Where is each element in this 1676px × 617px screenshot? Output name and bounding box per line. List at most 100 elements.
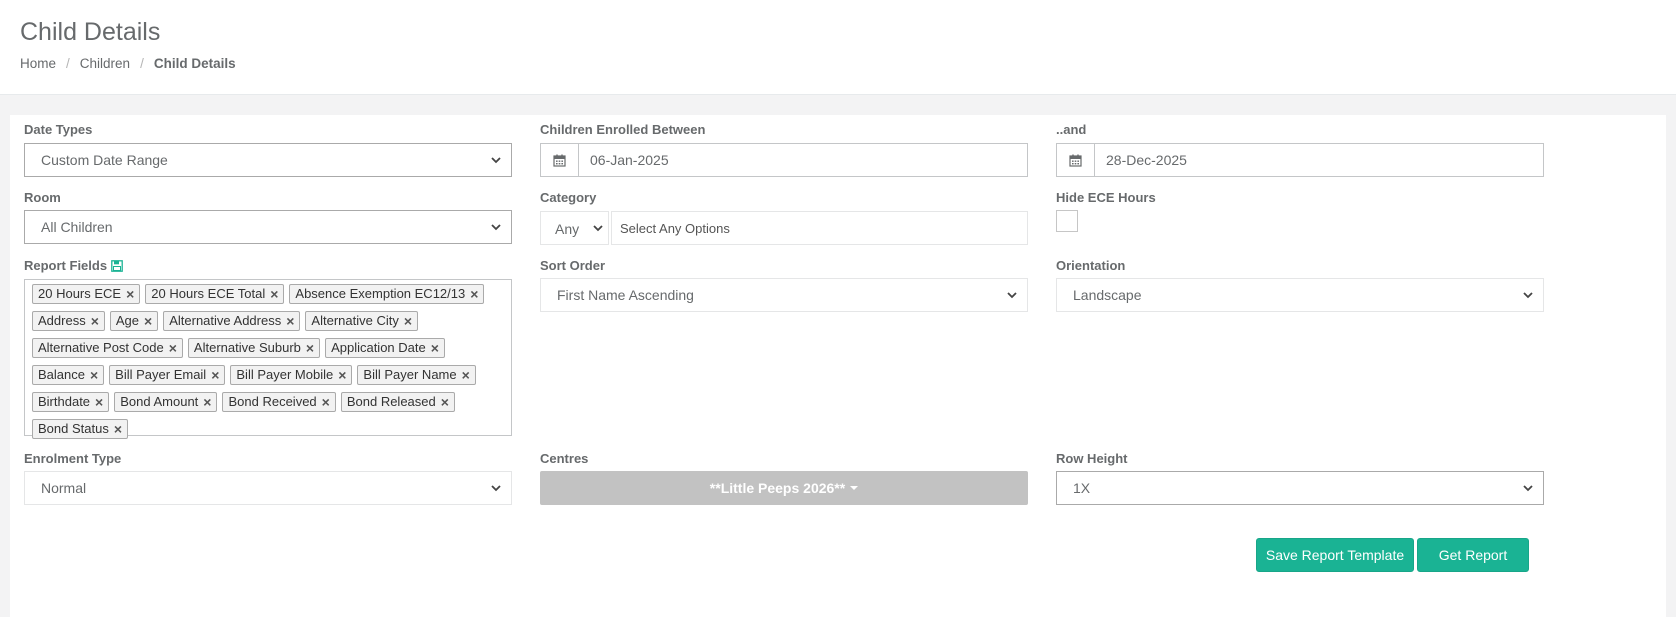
- report-field-tag-label: Alternative Address: [169, 313, 282, 328]
- remove-tag-icon[interactable]: ×: [114, 422, 122, 436]
- report-field-tag: Bill Payer Mobile ×: [230, 365, 353, 385]
- remove-tag-icon[interactable]: ×: [286, 314, 294, 328]
- remove-tag-icon[interactable]: ×: [144, 314, 152, 328]
- remove-tag-icon[interactable]: ×: [91, 314, 99, 328]
- remove-tag-icon[interactable]: ×: [322, 395, 330, 409]
- report-field-tag-label: Bill Payer Mobile: [236, 367, 334, 382]
- enrolled-from-date-group: 06-Jan-2025: [540, 143, 1028, 177]
- row-height-select[interactable]: 1X: [1056, 471, 1544, 505]
- calendar-icon[interactable]: [1056, 143, 1094, 177]
- report-field-tag-label: Balance: [38, 367, 85, 382]
- report-fields-tag-list: 20 Hours ECE × 20 Hours ECE Total × Absence …: [32, 284, 507, 446]
- orientation-select[interactable]: Landscape: [1056, 278, 1544, 312]
- chevron-down-icon: [1007, 292, 1017, 299]
- report-field-tag: Alternative Suburb ×: [187, 338, 321, 358]
- breadcrumb: Home / Children / Child Details: [20, 56, 236, 71]
- enrolled-to-date-input[interactable]: 28-Dec-2025: [1094, 143, 1544, 177]
- category-mode-select[interactable]: Any: [540, 211, 609, 245]
- remove-tag-icon[interactable]: ×: [470, 287, 478, 301]
- report-field-tag: Birthdate ×: [32, 392, 110, 412]
- date-types-value: Custom Date Range: [41, 152, 168, 168]
- report-form-card: Date Types Custom Date Range Children En…: [10, 115, 1666, 617]
- report-field-tag: Bond Status ×: [32, 419, 129, 439]
- report-field-tag-label: Bill Payer Email: [115, 367, 207, 382]
- category-options-input[interactable]: Select Any Options: [611, 211, 1028, 245]
- report-field-tag-label: Bond Released: [346, 394, 436, 409]
- room-select[interactable]: All Children: [24, 210, 512, 244]
- remove-tag-icon[interactable]: ×: [211, 368, 219, 382]
- report-field-tag: Bond Received ×: [222, 392, 336, 412]
- report-field-tag: Bill Payer Name ×: [357, 365, 476, 385]
- category-label: Category: [540, 190, 597, 205]
- breadcrumb-separator: /: [66, 56, 70, 71]
- report-field-tag-label: Address: [38, 313, 86, 328]
- chevron-down-icon: [1523, 485, 1533, 492]
- enrolled-from-date-input[interactable]: 06-Jan-2025: [578, 143, 1028, 177]
- report-field-tag-label: Bond Received: [228, 394, 317, 409]
- centres-label: Centres: [540, 451, 589, 466]
- chevron-down-icon: [593, 225, 603, 232]
- report-field-tag-label: Age: [115, 313, 140, 328]
- remove-tag-icon[interactable]: ×: [306, 341, 314, 355]
- remove-tag-icon[interactable]: ×: [404, 314, 412, 328]
- breadcrumb-separator: /: [140, 56, 144, 71]
- enrolled-between-label: Children Enrolled Between: [540, 122, 706, 137]
- report-field-tag: 20 Hours ECE Total ×: [145, 284, 285, 304]
- sort-order-label: Sort Order: [540, 258, 606, 273]
- report-field-tag: 20 Hours ECE ×: [32, 284, 141, 304]
- remove-tag-icon[interactable]: ×: [441, 395, 449, 409]
- remove-tag-icon[interactable]: ×: [462, 368, 470, 382]
- report-field-tag-label: 20 Hours ECE Total: [151, 286, 266, 301]
- report-fields-label: Report Fields: [24, 258, 108, 273]
- report-field-tag: Age ×: [109, 311, 159, 331]
- breadcrumb-children[interactable]: Children: [80, 56, 130, 71]
- enrolment-type-select[interactable]: Normal: [24, 471, 512, 505]
- get-report-button[interactable]: Get Report: [1417, 538, 1529, 572]
- report-field-tag: Bill Payer Email ×: [109, 365, 226, 385]
- report-field-tag-label: Alternative Post Code: [38, 340, 164, 355]
- room-label: Room: [24, 190, 61, 205]
- report-field-tag: Bond Amount ×: [114, 392, 218, 412]
- calendar-icon[interactable]: [540, 143, 578, 177]
- save-report-template-button[interactable]: Save Report Template: [1256, 538, 1414, 572]
- enrolment-type-value: Normal: [41, 480, 87, 496]
- room-value: All Children: [41, 219, 113, 235]
- report-fields-multiselect[interactable]: 20 Hours ECE × 20 Hours ECE Total × Absence …: [24, 279, 512, 439]
- sort-order-select[interactable]: First Name Ascending: [540, 278, 1028, 312]
- category-mode-value: Any: [555, 221, 580, 237]
- report-field-tag: Alternative Address ×: [163, 311, 301, 331]
- remove-tag-icon[interactable]: ×: [203, 395, 211, 409]
- remove-tag-icon[interactable]: ×: [90, 368, 98, 382]
- page-title: Child Details: [20, 18, 161, 46]
- report-field-tag: Bond Released ×: [340, 392, 455, 412]
- orientation-value: Landscape: [1073, 287, 1142, 303]
- remove-tag-icon[interactable]: ×: [169, 341, 177, 355]
- remove-tag-icon[interactable]: ×: [126, 287, 134, 301]
- report-field-tag-label: Alternative Suburb: [193, 340, 301, 355]
- remove-tag-icon[interactable]: ×: [431, 341, 439, 355]
- report-field-tag-label: Alternative City: [311, 313, 399, 328]
- row-height-label: Row Height: [1056, 451, 1128, 466]
- date-types-select[interactable]: Custom Date Range: [24, 143, 512, 177]
- centres-dropdown-button[interactable]: **Little Peeps 2026**: [540, 471, 1028, 505]
- save-icon[interactable]: [111, 259, 123, 272]
- report-field-tag: Alternative City ×: [305, 311, 419, 331]
- report-field-tag: Absence Exemption EC12/13 ×: [289, 284, 485, 304]
- chevron-down-icon: [491, 485, 501, 492]
- hide-ece-hours-checkbox[interactable]: [1056, 210, 1078, 232]
- remove-tag-icon[interactable]: ×: [95, 395, 103, 409]
- report-field-tag: Address ×: [32, 311, 105, 331]
- row-height-value: 1X: [1073, 480, 1091, 496]
- sort-order-value: First Name Ascending: [557, 287, 694, 303]
- report-field-tag-label: Application Date: [331, 340, 426, 355]
- report-field-tag-label: Absence Exemption EC12/13: [295, 286, 466, 301]
- report-field-tag-label: Bill Payer Name: [363, 367, 457, 382]
- orientation-label: Orientation: [1056, 258, 1126, 273]
- remove-tag-icon[interactable]: ×: [338, 368, 346, 382]
- remove-tag-icon[interactable]: ×: [270, 287, 278, 301]
- breadcrumb-home[interactable]: Home: [20, 56, 56, 71]
- enrolled-to-date-group: 28-Dec-2025: [1056, 143, 1544, 177]
- chevron-down-icon: [1523, 292, 1533, 299]
- report-field-tag-label: Bond Amount: [120, 394, 199, 409]
- report-fields-label-row: Report Fields: [24, 258, 123, 273]
